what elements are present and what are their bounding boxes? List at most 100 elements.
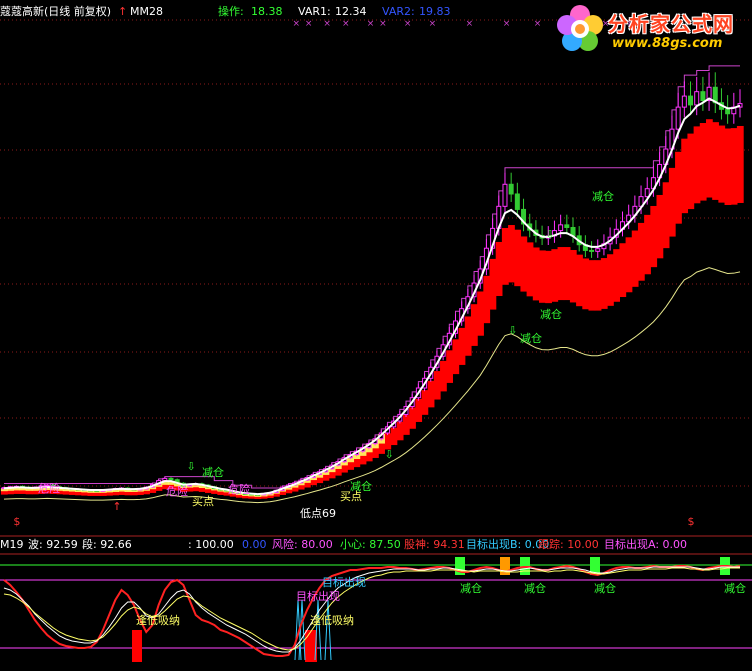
red-band-bar: [427, 380, 435, 408]
candle-body[interactable]: [725, 108, 731, 115]
up-arrow-icon: ↑: [118, 5, 127, 18]
sub-annotation-1: 逢低吸纳: [310, 614, 354, 627]
sub-readout-1: 波: 92.59: [28, 538, 78, 551]
candle-body[interactable]: [589, 249, 595, 252]
candle-body[interactable]: [564, 224, 570, 228]
sub-readout-10: 目标出现A: 0.00: [604, 537, 687, 551]
main-annotation-0: 危险: [38, 481, 60, 495]
red-band-bar: [736, 125, 744, 203]
red-band-bar: [452, 339, 460, 375]
sell-arrow-icon: ⇩: [187, 460, 196, 473]
dollar-marker-icon: $: [688, 515, 695, 528]
main-annotation-8: 减仓: [520, 331, 542, 345]
sell-arrow-icon: ⇩: [508, 324, 517, 337]
target-spike: [324, 599, 332, 661]
main-annotation-7: 低点69: [300, 507, 336, 520]
red-band-bar: [526, 242, 534, 297]
candle-body[interactable]: [595, 248, 601, 252]
sub-readout-9: 跟踪: 10.00: [538, 537, 599, 551]
red-band-bar: [433, 371, 441, 400]
red-band-bar: [483, 275, 491, 324]
sell-arrow-icon: ⇩: [384, 448, 393, 461]
top-indicator-value-0: 18.38: [251, 5, 283, 18]
sub-readout-4: 0.00: [242, 538, 267, 551]
candle-body[interactable]: [558, 224, 564, 232]
candle-body[interactable]: [694, 91, 700, 106]
red-band-bar: [718, 125, 726, 203]
red-band-bar: [501, 227, 509, 285]
candle-body[interactable]: [514, 193, 520, 210]
red-band-bar: [402, 415, 410, 435]
sub-readout-7: 股神: 94.31: [404, 537, 465, 551]
grid-lines: [0, 19, 752, 555]
red-band-bar: [557, 247, 565, 301]
red-band-bar: [625, 237, 633, 293]
red-band-bar: [409, 407, 416, 429]
x-marker-icon: ×: [503, 19, 511, 29]
x-marker-icon: ×: [305, 19, 313, 29]
red-band-bar: [681, 138, 689, 214]
red-band-bar: [538, 250, 546, 303]
red-band-bar: [687, 133, 695, 210]
red-band-bar: [514, 229, 522, 287]
sub-annotation-7: 减仓: [724, 581, 746, 595]
logo-title: 分析家公式网: [608, 12, 734, 36]
red-band-bar: [699, 123, 707, 201]
main-price-panel[interactable]: $$↑⇩⇩⇩⇩×××××××××××××××: [0, 19, 744, 528]
x-marker-icon: ×: [404, 19, 412, 29]
x-marker-icon: ×: [534, 19, 542, 29]
red-band-bar: [724, 128, 732, 206]
candle-body[interactable]: [675, 106, 681, 130]
red-band-bar: [693, 126, 701, 204]
buy-signal-block: [132, 630, 142, 662]
sub-readout-5: 风险: 80.00: [272, 537, 333, 551]
red-band-bar: [650, 205, 658, 268]
top-indicator-1: VAR1:: [298, 5, 331, 18]
sub-annotation-0: 逢低吸纳: [136, 614, 180, 627]
red-band-bar: [440, 360, 447, 392]
sub-indicator-panel[interactable]: [0, 557, 752, 662]
red-band-bar: [619, 243, 627, 298]
logo-url[interactable]: www.88gs.com: [612, 36, 722, 51]
x-marker-icon: ×: [367, 19, 375, 29]
red-band-bar: [668, 167, 676, 237]
candle-body[interactable]: [681, 95, 687, 108]
x-marker-icon: ×: [379, 19, 387, 29]
red-band-bar: [390, 427, 398, 446]
red-band-bar: [644, 214, 651, 275]
red-band-bar: [532, 247, 540, 301]
sub-annotation-5: 减仓: [524, 581, 546, 595]
candle-body[interactable]: [168, 477, 174, 481]
red-band-bar: [588, 260, 596, 311]
main-annotation-1: 危险: [166, 484, 188, 498]
baseline-line: [3, 267, 741, 504]
red-band-bar: [582, 258, 590, 310]
red-band-bar: [421, 390, 429, 415]
red-band-bar: [551, 249, 559, 302]
red-band-bar: [446, 350, 454, 383]
candle-body[interactable]: [502, 183, 508, 207]
red-band-bar: [675, 151, 682, 224]
red-band-bar: [569, 250, 577, 303]
stock-chart-window: $$↑⇩⇩⇩⇩××××××××××××××× 危险危险减仓危险买点减仓买点低点6…: [0, 0, 752, 671]
top-indicator-2: VAR2:: [382, 5, 415, 18]
top-indicator-value-2: 19.83: [419, 5, 451, 18]
red-band-bar: [489, 258, 497, 310]
main-annotation-6: 买点: [340, 490, 362, 503]
x-marker-icon: ×: [466, 19, 474, 29]
main-annotation-2: 减仓: [202, 465, 224, 479]
red-band-bar: [508, 225, 515, 283]
top-indicator-0: 操作:: [218, 4, 244, 18]
candle-body[interactable]: [508, 183, 514, 195]
red-band-bar: [477, 291, 484, 336]
dollar-marker-icon: $: [13, 515, 20, 528]
candle-body[interactable]: [700, 91, 706, 102]
buy-arrow-icon: ↑: [112, 500, 121, 513]
candle-body[interactable]: [688, 95, 694, 106]
chart-canvas[interactable]: $$↑⇩⇩⇩⇩××××××××××××××× 危险危险减仓危险买点减仓买点低点6…: [0, 0, 752, 671]
sub-annotation-6: 减仓: [594, 581, 616, 595]
red-band-bar: [594, 260, 602, 311]
site-logo: 分析家公式网 www.88gs.com: [552, 2, 750, 56]
red-band-bar: [415, 399, 423, 422]
red-band-bar: [396, 421, 404, 441]
